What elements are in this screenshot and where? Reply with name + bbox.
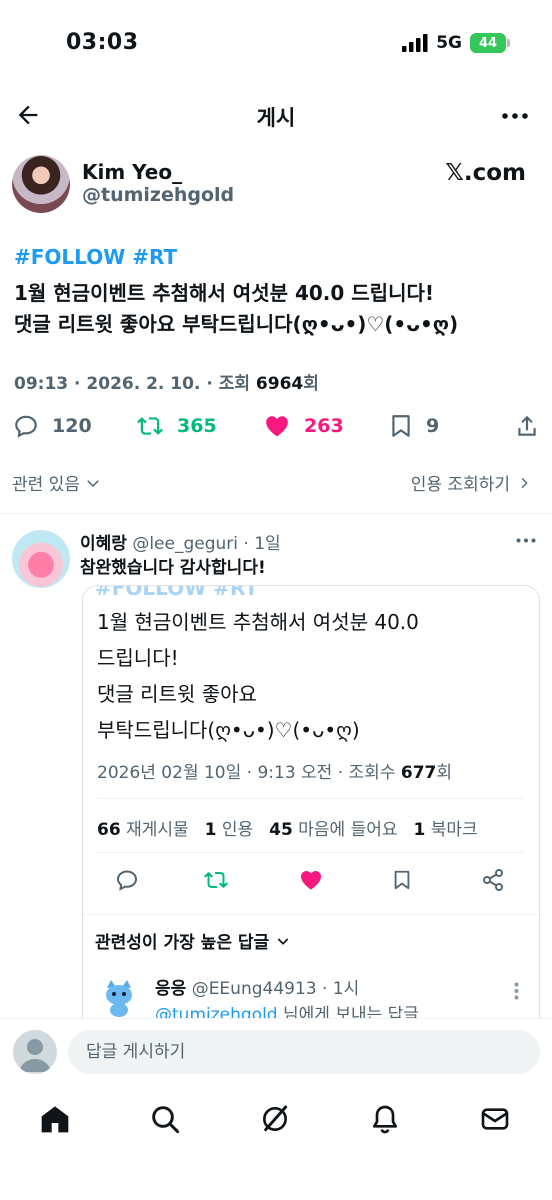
card-retweets-stat: 66 재게시물: [97, 820, 189, 840]
post-text-line: 1월 현금이벤트 추첨해서 여섯분 40.0 드립니다!: [14, 281, 434, 305]
status-time: 03:03: [66, 30, 139, 55]
view-quotes-label: 인용 조회하기: [410, 475, 510, 495]
card-text-line: 드립니다!: [97, 646, 179, 670]
status-icons: 5G 44: [402, 33, 510, 53]
card-likes-stat: 45 마음에 들어요: [269, 820, 398, 840]
chevron-down-icon: [87, 479, 99, 487]
more-icon[interactable]: [502, 113, 528, 119]
related-label: 관련 있음: [12, 475, 80, 495]
card-text-line: 1월 현금이벤트 추첨해서 여섯분 40.0: [97, 610, 419, 634]
card-view-count: 677: [400, 763, 437, 783]
retweet-icon: [137, 417, 163, 435]
author-handle[interactable]: @tumizehgold: [82, 184, 234, 206]
reply-author-name[interactable]: 이혜랑: [80, 534, 127, 554]
default-user-icon: [19, 1039, 51, 1072]
divider: [97, 852, 525, 853]
bookmark-button[interactable]: 9: [388, 413, 439, 439]
reply-icon: [115, 868, 139, 892]
home-icon[interactable]: [39, 1103, 71, 1135]
best-replies-label: 관련성이 가장 높은 답글: [95, 933, 270, 953]
more-icon: [514, 982, 519, 1000]
compose-avatar[interactable]: [13, 1030, 57, 1074]
search-icon[interactable]: [149, 1103, 181, 1135]
sub-reply-header: 응응 @EEung44913 · 1시: [155, 974, 359, 999]
reply-image-card[interactable]: #FOLLOW #RT 1월 현금이벤트 추첨해서 여섯분 40.0 드립니다!…: [82, 585, 540, 1045]
reply-count: 120: [52, 415, 92, 437]
bookmark-icon: [391, 868, 413, 892]
author-avatar[interactable]: [12, 155, 70, 213]
reply-header: 이혜랑 @lee_geguri · 1일: [80, 529, 281, 554]
retweet-icon: [203, 868, 229, 892]
reply-text: 참완했습니다 감사합니다!: [80, 558, 266, 578]
notifications-icon[interactable]: [369, 1103, 401, 1135]
source-label: 𝕏.com: [445, 160, 526, 186]
post-text-line: 댓글 리트윗 좋아요 부탁드립니다(ღ•ᴗ•)♡(•ᴗ•ღ): [14, 312, 459, 336]
author-name[interactable]: Kim Yeo_: [82, 160, 182, 184]
battery-icon: 44: [470, 33, 510, 53]
card-clipped-hashtags: #FOLLOW #RT: [95, 585, 259, 600]
post-timestamp: 09:13 · 2026. 2. 10. · 조회: [14, 374, 256, 394]
reply-input[interactable]: [68, 1030, 540, 1074]
reply-more-icon[interactable]: [516, 538, 536, 543]
bookmark-icon: [392, 415, 410, 437]
card-text-line: 부탁드립니다(ღ•ᴗ•)♡(•ᴗ•ღ): [97, 718, 360, 742]
heart-icon: [266, 416, 288, 437]
retweet-count: 365: [177, 415, 217, 437]
like-count: 263: [304, 415, 344, 437]
network-label: 5G: [436, 33, 462, 53]
signal-icon: [402, 34, 428, 52]
card-body: 1월 현금이벤트 추첨해서 여섯분 40.0 드립니다! 댓글 리트윗 좋아요 …: [97, 604, 419, 748]
page-title: 게시: [256, 106, 296, 130]
view-quotes-link[interactable]: 인용 조회하기: [411, 470, 532, 495]
messages-icon[interactable]: [479, 1103, 511, 1135]
cat-avatar-icon: [106, 980, 132, 1017]
card-timestamp: 2026년 02월 10일 · 9:13 오전 · 조회수: [97, 763, 401, 783]
card-meta: 2026년 02월 10일 · 9:13 오전 · 조회수 677회: [97, 758, 452, 783]
share-network-icon: [481, 868, 505, 892]
reply-icon: [15, 415, 37, 438]
chevron-down-icon: [277, 937, 289, 945]
card-stats: 66 재게시물 1 인용 45 마음에 들어요 1 북마크: [97, 815, 478, 840]
share-icon[interactable]: [514, 413, 540, 439]
card-quotes-stat: 1 인용: [204, 820, 254, 840]
reply-avatar[interactable]: [12, 530, 70, 588]
sub-reply-handle-time: @EEung44913 · 1시: [191, 979, 360, 999]
related-dropdown[interactable]: 관련 있음: [12, 470, 102, 495]
like-button[interactable]: 263: [262, 413, 344, 439]
view-count: 6964: [255, 374, 304, 394]
card-text-line: 댓글 리트윗 좋아요: [97, 682, 257, 706]
card-bookmarks-stat: 1 북마크: [413, 820, 478, 840]
bookmark-count: 9: [426, 415, 440, 437]
retweet-button[interactable]: 365: [135, 413, 217, 439]
reply-button[interactable]: 120: [12, 413, 92, 439]
sub-reply-name: 응응: [155, 979, 187, 999]
best-replies-dropdown: 관련성이 가장 높은 답글: [95, 928, 291, 953]
divider: [0, 513, 552, 514]
post-hashtags[interactable]: #FOLLOW #RT: [14, 245, 177, 269]
reply-handle-time[interactable]: @lee_geguri · 1일: [132, 534, 280, 554]
view-suffix: 회: [303, 374, 319, 394]
card-view-suffix: 회: [436, 763, 453, 783]
chevron-right-icon: [521, 477, 528, 488]
divider: [97, 798, 525, 799]
grok-icon[interactable]: [259, 1103, 291, 1135]
heart-icon: [298, 868, 324, 892]
post-meta: 09:13 · 2026. 2. 10. · 조회 6964회: [14, 369, 319, 394]
divider: [83, 914, 539, 915]
